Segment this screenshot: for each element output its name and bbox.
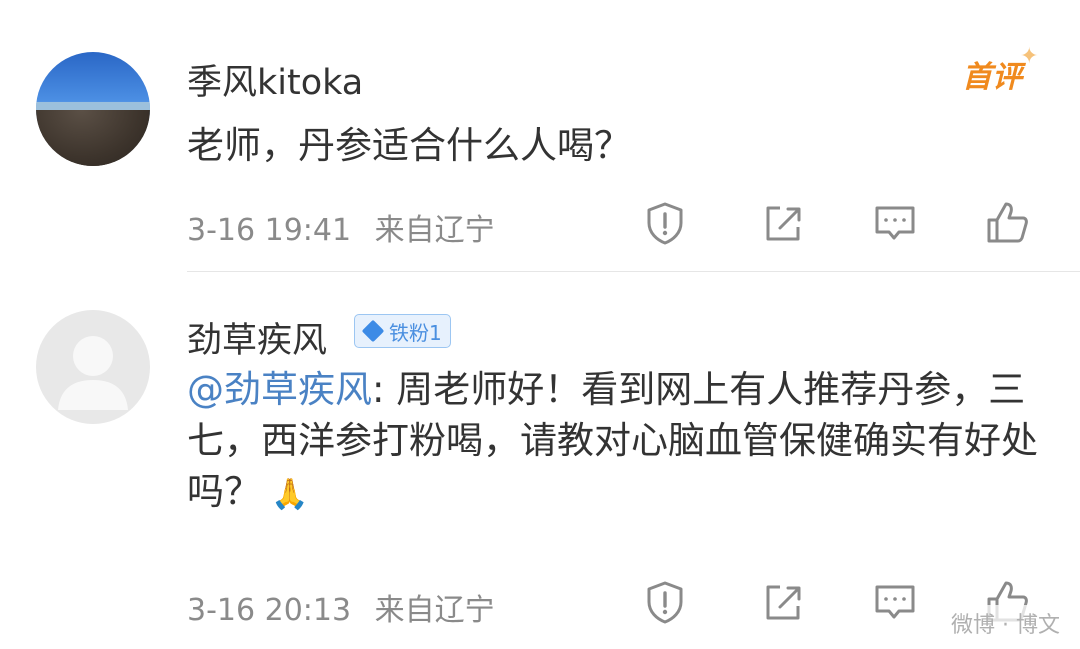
first-comment-badge: 首评 ✦ bbox=[962, 44, 1038, 96]
share-button[interactable] bbox=[758, 198, 808, 248]
comment-icon bbox=[875, 206, 915, 240]
username[interactable]: 季风kitoka bbox=[187, 54, 363, 105]
pray-emoji-icon: 🙏 bbox=[271, 477, 309, 512]
share-icon bbox=[766, 585, 801, 620]
reply-button[interactable] bbox=[870, 198, 920, 248]
fan-badge[interactable]: 铁粉1 bbox=[354, 314, 451, 348]
avatar[interactable] bbox=[36, 310, 150, 424]
report-button[interactable] bbox=[640, 577, 690, 627]
fan-badge-label: 铁粉1 bbox=[389, 320, 442, 345]
comment-icon bbox=[875, 585, 915, 619]
comment-actions bbox=[640, 198, 1060, 248]
shield-report-icon bbox=[647, 202, 683, 245]
diamond-icon bbox=[361, 319, 385, 343]
share-button[interactable] bbox=[758, 577, 808, 627]
comment-text: 老师，丹参适合什么人喝？ bbox=[187, 124, 631, 167]
comment-text: @劲草疾风: 周老师好！看到网上有人推荐丹参，三七，西洋参打粉喝，请教对心脑血管… bbox=[187, 364, 1047, 520]
watermark: 微博 · 博文 bbox=[943, 605, 1068, 641]
mention-link[interactable]: @劲草疾风 bbox=[187, 368, 372, 411]
share-icon bbox=[766, 206, 801, 241]
reply-button[interactable] bbox=[870, 577, 920, 627]
report-button[interactable] bbox=[640, 198, 690, 248]
default-avatar-icon bbox=[58, 336, 128, 410]
avatar[interactable] bbox=[36, 52, 150, 166]
comment-location: 来自辽宁 bbox=[374, 593, 495, 628]
comment-time: 3-16 19:41 bbox=[187, 213, 352, 248]
comment-item: 劲草疾风 铁粉1 @劲草疾风: 周老师好！看到网上有人推荐丹参，三七，西洋参打粉… bbox=[0, 272, 1080, 649]
first-comment-badge-label: 首评 bbox=[962, 60, 1022, 95]
username[interactable]: 劲草疾风 bbox=[187, 312, 327, 363]
star-icon: ✦ bbox=[1020, 44, 1039, 69]
comment-time: 3-16 20:13 bbox=[187, 593, 352, 628]
comment-item: 季风kitoka 首评 ✦ 老师，丹参适合什么人喝？ 3-16 19:41 来自… bbox=[0, 0, 1080, 272]
comment-location: 来自辽宁 bbox=[374, 213, 495, 248]
like-button[interactable] bbox=[982, 198, 1032, 248]
thumbs-up-icon bbox=[987, 202, 1028, 243]
shield-report-icon bbox=[647, 581, 683, 624]
comment-meta: 3-16 20:13 来自辽宁 bbox=[187, 585, 495, 629]
comment-meta: 3-16 19:41 来自辽宁 bbox=[187, 205, 495, 249]
